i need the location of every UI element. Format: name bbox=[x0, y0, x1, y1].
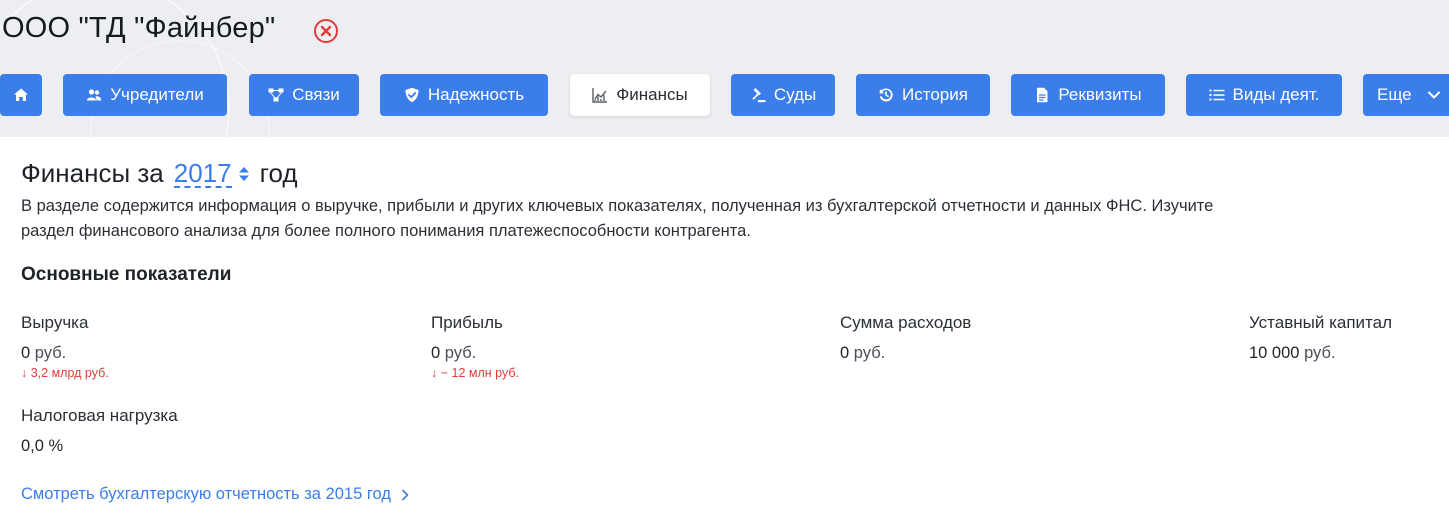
nav-tab-activities[interactable]: Виды деят. bbox=[1186, 74, 1342, 116]
nav-tab-label: Виды деят. bbox=[1232, 85, 1320, 104]
metric-value: 0 руб. bbox=[21, 344, 109, 363]
accounting-report-link[interactable]: Смотреть бухгалтерскую отчетность за 201… bbox=[21, 485, 409, 504]
chevron-right-icon bbox=[402, 489, 409, 500]
nav-tab-history[interactable]: История bbox=[856, 74, 990, 116]
nav-tab-label: Суды bbox=[773, 85, 817, 104]
metric-expenses: Сумма расходов 0 руб. bbox=[840, 313, 971, 363]
metric-unit: руб. bbox=[444, 344, 477, 362]
shield-check-icon bbox=[405, 87, 419, 103]
metric-value: 0 руб. bbox=[840, 344, 971, 363]
metric-number: 0,0 % bbox=[21, 437, 64, 455]
metric-value: 10 000 руб. bbox=[1249, 344, 1392, 363]
history-icon bbox=[879, 88, 893, 102]
founders-icon bbox=[87, 89, 102, 101]
nav-tab-label: Учредители bbox=[110, 85, 204, 104]
nav-tab-label: Еще bbox=[1377, 85, 1412, 104]
metric-unit: руб. bbox=[1304, 344, 1336, 362]
metric-authorized-capital: Уставный капитал 10 000 руб. bbox=[1249, 313, 1392, 363]
nav-tab-label: История bbox=[902, 85, 968, 104]
metric-number: 0 bbox=[21, 344, 31, 362]
nav-tab-label: Финансы bbox=[616, 85, 688, 104]
metric-value: 0,0 % bbox=[21, 437, 178, 456]
nav-tab-label: Связи bbox=[292, 85, 340, 104]
nav-tab-label: Надежность bbox=[427, 85, 525, 104]
company-title: ООО "ТД "Файнбер" bbox=[2, 12, 276, 44]
nav-home-button[interactable] bbox=[0, 74, 42, 116]
metric-label: Уставный капитал bbox=[1249, 313, 1393, 332]
nav-tab-connections[interactable]: Связи bbox=[249, 74, 359, 116]
metric-label: Прибыль bbox=[431, 313, 503, 332]
connections-icon bbox=[268, 88, 284, 102]
finance-heading-prefix: Финансы за bbox=[21, 158, 164, 188]
metric-number: 0 bbox=[431, 344, 441, 362]
chevron-down-icon bbox=[1427, 91, 1440, 99]
metric-tax-burden: Налоговая нагрузка 0,0 % bbox=[21, 406, 178, 456]
company-header: ООО "ТД "Файнбер" Учредители Связи Надеж… bbox=[0, 0, 1449, 137]
metric-change: ↓ 3,2 млрд руб. bbox=[21, 366, 109, 380]
chart-icon bbox=[592, 88, 608, 103]
finance-heading-suffix: год bbox=[259, 158, 298, 188]
year-select-value[interactable]: 2017 bbox=[173, 160, 232, 188]
finance-heading: Финансы за 2017 год bbox=[21, 158, 298, 189]
document-icon bbox=[1037, 87, 1048, 103]
metric-change: ↓ − 12 млн руб. bbox=[431, 366, 519, 380]
year-select[interactable]: 2017 bbox=[173, 160, 250, 188]
metric-unit: руб. bbox=[853, 344, 886, 362]
gavel-icon bbox=[752, 88, 766, 103]
finance-description: В разделе содержится информация о выручк… bbox=[21, 197, 1214, 240]
section-title-main-indicators: Основные показатели bbox=[21, 264, 232, 285]
metric-unit: руб. bbox=[34, 344, 67, 362]
nav-tab-requisites[interactable]: Реквизиты bbox=[1011, 74, 1165, 116]
nav-tab-reliability[interactable]: Надежность bbox=[380, 74, 548, 116]
metric-value: 0 руб. bbox=[431, 344, 519, 363]
metric-number: 0 bbox=[840, 344, 850, 362]
metric-profit: Прибыль 0 руб. ↓ − 12 млн руб. bbox=[431, 313, 519, 380]
nav-tab-finance[interactable]: Финансы bbox=[570, 74, 710, 116]
home-icon bbox=[14, 88, 28, 101]
metric-revenue: Выручка 0 руб. ↓ 3,2 млрд руб. bbox=[21, 313, 109, 380]
nav-tab-label: Реквизиты bbox=[1058, 85, 1142, 104]
list-icon bbox=[1209, 89, 1225, 101]
metric-label: Выручка bbox=[21, 313, 89, 332]
metric-label: Сумма расходов bbox=[840, 313, 972, 332]
nav-tab-courts[interactable]: Суды bbox=[731, 74, 835, 116]
nav-tab-more[interactable]: Еще bbox=[1363, 74, 1449, 116]
nav-tab-founders[interactable]: Учредители bbox=[63, 74, 227, 116]
sort-arrows-icon[interactable] bbox=[238, 165, 250, 183]
metric-number: 10 000 bbox=[1249, 344, 1300, 362]
cancel-circle-icon bbox=[314, 19, 338, 43]
metric-label: Налоговая нагрузка bbox=[21, 406, 178, 425]
accounting-report-link-label[interactable]: Смотреть бухгалтерскую отчетность за 201… bbox=[21, 485, 391, 504]
